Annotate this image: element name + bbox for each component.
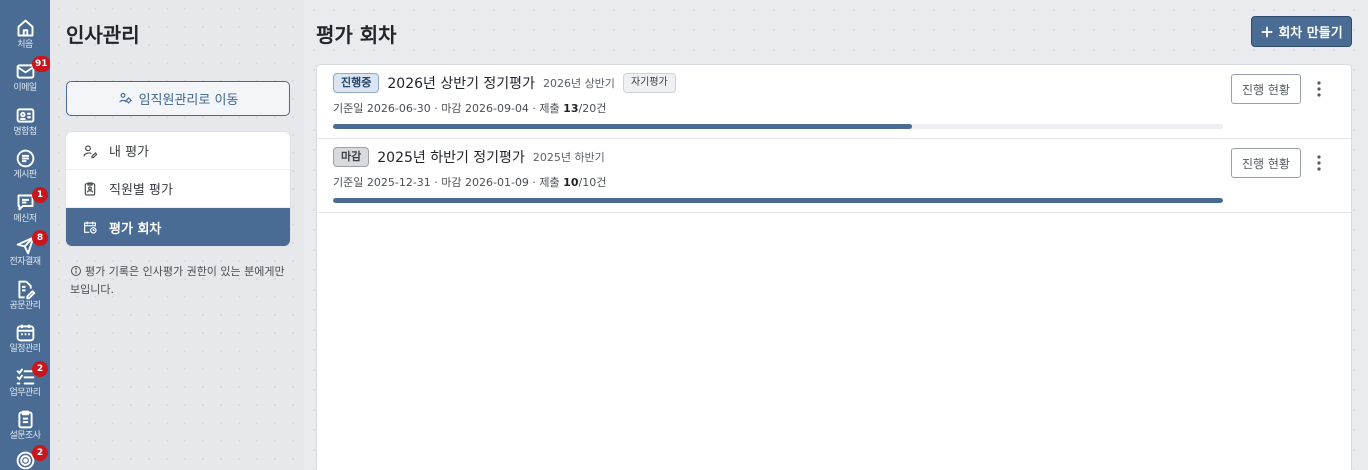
app-rail: 처음 이메일 91 명함첩 게시판 메신저 1 전자결재 8 공문관리 일정관리… — [0, 0, 51, 470]
round-period: 2025년 하반기 — [532, 151, 605, 164]
board-icon — [16, 149, 34, 168]
move-button-label: 임직원관리로 이동 — [138, 93, 239, 108]
info-icon — [71, 266, 81, 276]
rail-label: 명함첩 — [13, 127, 37, 137]
rail-item-mail[interactable]: 이메일 91 — [0, 55, 51, 97]
round-meta-total: /20건 — [578, 102, 607, 115]
home-icon — [17, 19, 33, 37]
rail-item-approval[interactable]: 전자결재 8 — [0, 229, 50, 271]
plus-icon — [1261, 25, 1273, 38]
page-title: 평가 회차 — [316, 23, 397, 47]
unread-badge: 91 — [32, 56, 51, 72]
calendar-icon — [16, 324, 34, 342]
round-name[interactable]: 2025년 하반기 정기평가 — [377, 147, 525, 167]
rail-label: 게시판 — [13, 170, 37, 180]
round-meta: 기준일 2026-06-30 · 마감 2026-09-04 · 제출 13/2… — [333, 100, 606, 116]
rail-item-survey[interactable]: 설문조사 — [0, 403, 50, 445]
more-vertical-icon — [1317, 81, 1321, 97]
menu-item-label: 직원별 평가 — [109, 183, 173, 198]
round-meta-dates: 기준일 2025-12-31 · 마감 2026-01-09 · 제출 — [333, 176, 564, 189]
progress-fill — [333, 124, 912, 129]
calendar-clock-icon — [84, 221, 97, 234]
round-meta-total: /10건 — [578, 176, 607, 189]
rail-item-documents[interactable]: 공문관리 — [0, 273, 50, 315]
more-options-button[interactable] — [1311, 77, 1327, 101]
permission-note: 평가 기록은 인사평가 권한이 있는 분에게만 보입니다. — [70, 263, 290, 299]
clipboard-person-icon — [84, 181, 96, 196]
menu-item-label: 내 평가 — [109, 145, 150, 160]
rail-item-tasks[interactable]: 업무관리 2 — [0, 360, 50, 402]
rounds-panel: 진행중 2026년 상반기 정기평가 2026년 상반기 자기평가 기준일 20… — [316, 64, 1352, 470]
rail-item-goals[interactable]: 2 — [0, 444, 50, 470]
rail-label: 업무관리 — [9, 388, 41, 398]
more-vertical-icon — [1317, 155, 1321, 171]
rail-item-contacts[interactable]: 명함첩 — [0, 99, 50, 141]
rail-label: 공문관리 — [9, 301, 41, 311]
create-round-button[interactable]: 회차 만들기 — [1251, 16, 1352, 47]
round-name[interactable]: 2026년 상반기 정기평가 — [387, 73, 535, 93]
main-content: 평가 회차 회차 만들기 진행중 2026년 상반기 정기평가 2026년 상반… — [304, 0, 1368, 470]
menu-item-label: 평가 회차 — [109, 221, 162, 237]
more-options-button[interactable] — [1311, 151, 1327, 175]
round-meta: 기준일 2025-12-31 · 마감 2026-01-09 · 제출 10/1… — [333, 174, 606, 190]
list-item: 진행중 2026년 상반기 정기평가 2026년 상반기 자기평가 기준일 20… — [317, 65, 1351, 139]
list-item: 마감 2025년 하반기 정기평가 2025년 하반기 기준일 2025-12-… — [317, 139, 1351, 213]
rail-label: 전자결재 — [9, 257, 41, 267]
rail-item-messenger[interactable]: 메신저 1 — [0, 186, 50, 228]
round-period: 2026년 상반기 — [542, 77, 615, 90]
rail-label: 일정관리 — [9, 344, 41, 354]
progress-status-button[interactable]: 진행 현황 — [1231, 74, 1301, 104]
rail-label: 설문조사 — [9, 431, 41, 441]
round-header: 진행중 2026년 상반기 정기평가 2026년 상반기 자기평가 — [333, 73, 676, 93]
progress-bar — [333, 124, 1223, 129]
survey-icon — [17, 410, 33, 429]
rail-label: 메신저 — [13, 214, 37, 224]
unread-badge: 2 — [32, 361, 48, 377]
progress-bar — [333, 198, 1223, 203]
create-round-label: 회차 만들기 — [1278, 26, 1343, 41]
rail-label: 처음 — [17, 40, 33, 50]
rail-item-schedule[interactable]: 일정관리 — [0, 316, 50, 358]
go-to-employee-management-button[interactable]: 임직원관리로 이동 — [66, 81, 290, 116]
people-settings-icon — [118, 92, 132, 104]
status-badge: 마감 — [333, 147, 370, 167]
submitted-count: 13 — [563, 102, 579, 115]
hr-menu: 내 평가 직원별 평가 평가 회차 — [66, 132, 290, 246]
self-evaluation-tag: 자기평가 — [622, 73, 676, 93]
unread-badge: 2 — [32, 445, 48, 461]
permission-note-text: 평가 기록은 인사평가 권한이 있는 분에게만 보입니다. — [70, 265, 285, 296]
menu-item-employee-evaluation[interactable]: 직원별 평가 — [66, 170, 290, 208]
submitted-count: 10 — [563, 176, 579, 189]
rail-item-board[interactable]: 게시판 — [0, 142, 50, 184]
round-meta-dates: 기준일 2026-06-30 · 마감 2026-09-04 · 제출 — [333, 102, 564, 115]
unread-badge: 1 — [32, 187, 48, 203]
rail-label: 이메일 — [13, 83, 37, 93]
rail-item-home[interactable]: 처음 — [0, 12, 50, 54]
section-title: 인사관리 — [66, 23, 140, 47]
progress-status-button[interactable]: 진행 현황 — [1231, 148, 1301, 178]
status-badge: 진행중 — [333, 73, 380, 93]
menu-item-evaluation-rounds[interactable]: 평가 회차 — [66, 208, 290, 246]
person-edit-icon — [83, 144, 98, 158]
progress-fill — [333, 198, 1223, 203]
contact-card-icon — [16, 108, 34, 123]
menu-item-my-evaluation[interactable]: 내 평가 — [66, 132, 290, 170]
unread-badge: 8 — [32, 230, 48, 246]
document-edit-icon — [17, 280, 35, 300]
round-header: 마감 2025년 하반기 정기평가 2025년 하반기 — [333, 147, 605, 167]
hr-side-panel: 인사관리 임직원관리로 이동 내 평가 직원별 평가 평가 회차 평가 기록은 … — [50, 0, 304, 470]
